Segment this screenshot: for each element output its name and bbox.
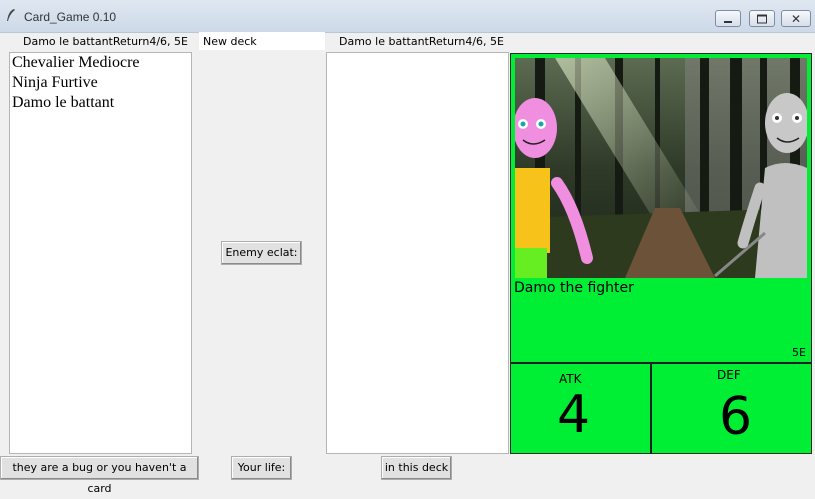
minimize-button[interactable] <box>715 10 741 27</box>
list-item[interactable]: Ninja Furtive <box>10 73 191 93</box>
maximize-button[interactable] <box>749 10 775 27</box>
title-bar: Card_Game 0.10 ✕ <box>0 0 815 33</box>
enemy-card-label: Damo le battantReturn4/6, 5E <box>339 35 504 48</box>
card-cost: 5E <box>792 346 806 359</box>
stat-divider <box>650 364 652 454</box>
enemy-eclat-button[interactable]: Enemy eclat: <box>221 241 302 265</box>
list-item[interactable]: Chevalier Mediocre <box>10 53 191 73</box>
deck-name-input[interactable] <box>199 32 325 50</box>
card-divider <box>511 362 811 364</box>
minimize-icon <box>724 20 732 23</box>
maximize-icon <box>757 14 767 23</box>
deck-list[interactable] <box>326 52 509 454</box>
feather-icon <box>7 9 15 21</box>
bug-message-button[interactable]: they are a bug or you haven't a card <box>0 456 199 495</box>
close-icon: ✕ <box>790 11 802 26</box>
selected-card-label: Damo le battantReturn4/6, 5E <box>23 35 188 48</box>
card-name: Damo the fighter <box>514 280 634 296</box>
your-life-button[interactable]: Your life: <box>231 456 292 480</box>
window-title: Card_Game 0.10 <box>24 10 117 24</box>
def-label: DEF <box>717 368 741 382</box>
close-button[interactable]: ✕ <box>781 10 811 27</box>
def-value: 6 <box>719 387 753 447</box>
card-artwork <box>515 58 807 278</box>
atk-value: 4 <box>557 385 591 445</box>
list-item[interactable]: Damo le battant <box>10 93 191 113</box>
card-list[interactable]: Chevalier Mediocre Ninja Furtive Damo le… <box>9 52 192 454</box>
in-this-deck-button[interactable]: in this deck <box>381 456 452 480</box>
card-preview: Damo the fighter 5E ATK DEF 4 6 <box>510 53 812 454</box>
